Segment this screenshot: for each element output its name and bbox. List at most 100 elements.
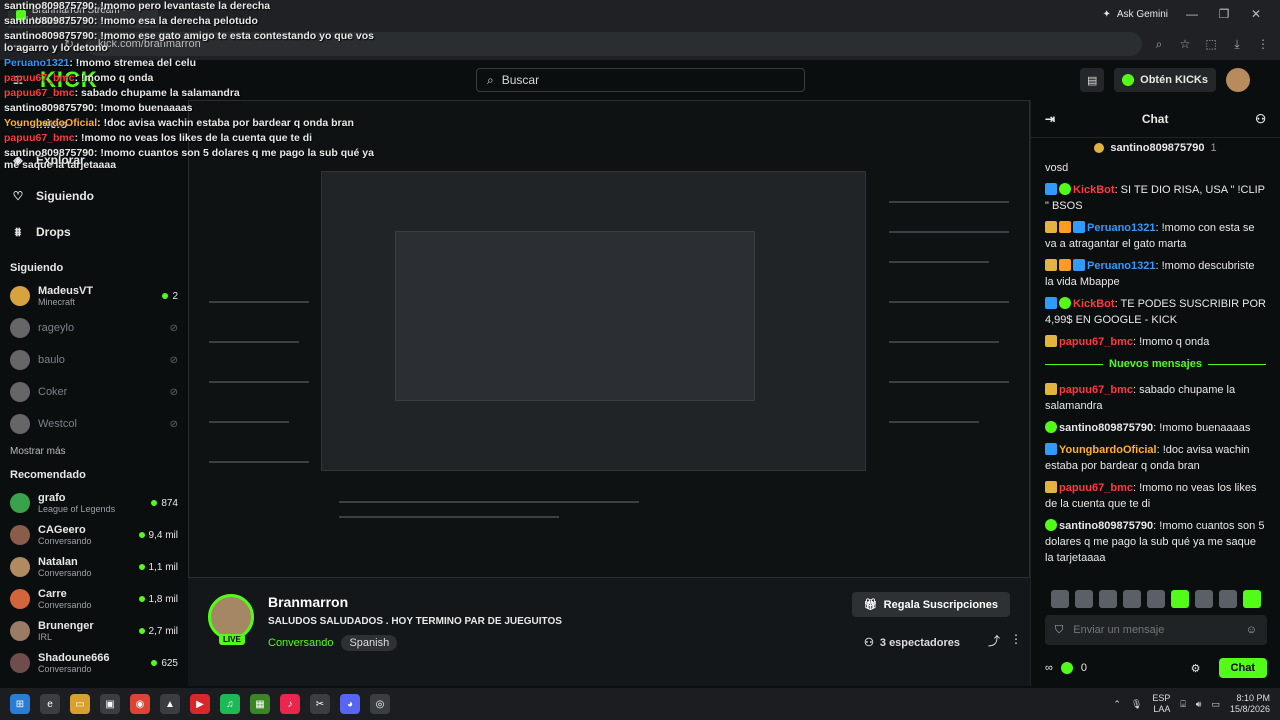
chrome-icon[interactable]: ◉: [130, 694, 150, 714]
emote-icon[interactable]: [1171, 590, 1189, 608]
browser-tab[interactable]: Branmarron Stream - Watch Li...: [8, 4, 158, 28]
chat-username[interactable]: papuu67_bmc: [1059, 384, 1133, 396]
new-messages-divider[interactable]: Nuevos mensajes: [1045, 356, 1266, 372]
menu-dots-icon[interactable]: ⋮: [1254, 35, 1272, 53]
network-icon[interactable]: ⌸: [1180, 699, 1185, 710]
system-clock[interactable]: 8:10 PM 15/8/2026: [1230, 693, 1270, 715]
chat-username[interactable]: santino809875790: [1059, 520, 1153, 532]
nav-home[interactable]: ⌂ Inicio: [10, 106, 178, 142]
chat-username[interactable]: KickBot: [1073, 184, 1115, 196]
chat-username[interactable]: papuu67_bmc: [1059, 336, 1133, 348]
kicks-coin-icon: [1122, 74, 1135, 86]
user-avatar[interactable]: [1226, 68, 1250, 92]
chat-username[interactable]: YoungbardoOficial: [1059, 444, 1157, 456]
chat-username[interactable]: Peruano1321: [1087, 222, 1155, 234]
download-icon[interactable]: ⤓: [1228, 35, 1246, 53]
chat-message: vosd: [1045, 160, 1266, 176]
emoji-picker-icon[interactable]: ☺: [1246, 624, 1257, 636]
channel-category: League of Legends: [38, 504, 116, 514]
emote-icon[interactable]: [1075, 590, 1093, 608]
chat-settings-icon[interactable]: ⚙: [1191, 662, 1201, 675]
collapse-chat-icon[interactable]: ⇥: [1045, 112, 1055, 126]
store-icon[interactable]: ▣: [100, 694, 120, 714]
channel-name: Westcol: [38, 418, 77, 430]
get-kicks-button[interactable]: Obtén KICKs: [1114, 68, 1216, 92]
language-indicator[interactable]: ESP LAA: [1152, 693, 1170, 715]
streamer-avatar[interactable]: LIVE: [208, 594, 254, 645]
nav-explore[interactable]: ◈ Explorar: [10, 142, 178, 178]
chat-username[interactable]: santino809875790: [1059, 422, 1153, 434]
recommended-channel[interactable]: Shadoune666 Conversando 625: [10, 647, 178, 679]
language-tag[interactable]: Spanish: [341, 635, 398, 651]
nav-drops[interactable]: ⩩ Drops: [10, 214, 178, 250]
following-channel[interactable]: Westcol ⊘: [10, 408, 178, 440]
back-icon[interactable]: ←: [8, 35, 26, 53]
emote-icon[interactable]: [1195, 590, 1213, 608]
recommended-channel[interactable]: Natalan Conversando 1,1 mil: [10, 551, 178, 583]
youtube-icon[interactable]: ▶: [190, 694, 210, 714]
emote-icon[interactable]: [1099, 590, 1117, 608]
nav-following[interactable]: ♡ Siguiendo: [10, 178, 178, 214]
following-channel[interactable]: Coker ⊘: [10, 376, 178, 408]
volume-icon[interactable]: 🔊︎: [1196, 699, 1202, 710]
ask-gemini-button[interactable]: ✦ Ask Gemini: [1094, 9, 1176, 20]
emote-icon[interactable]: [1219, 590, 1237, 608]
kick-logo[interactable]: KICK: [40, 67, 98, 93]
following-channel[interactable]: baulo ⊘: [10, 344, 178, 376]
url-field[interactable]: kick.com/branmarron: [86, 32, 1142, 56]
pinned-gifter[interactable]: santino809875790 1: [1031, 138, 1280, 158]
minecraft-icon[interactable]: ▦: [250, 694, 270, 714]
following-channel[interactable]: rageylo ⊘: [10, 312, 178, 344]
share-icon[interactable]: ⤴: [988, 632, 1000, 649]
file-explorer-icon[interactable]: ▭: [70, 694, 90, 714]
tray-chevron-icon[interactable]: ⌃: [1113, 699, 1121, 710]
zoom-icon[interactable]: ⌕: [1150, 35, 1168, 53]
chat-message-input[interactable]: [1073, 624, 1236, 636]
restore-icon[interactable]: ❐: [1208, 7, 1240, 21]
reload-icon[interactable]: ↻: [60, 35, 78, 53]
windows-start-icon[interactable]: ⊞: [10, 694, 30, 714]
recommended-channel[interactable]: grafo League of Legends 874: [10, 487, 178, 519]
stream-details: Branmarron SALUDOS SALUDADOS . HOY TERMI…: [268, 594, 562, 672]
app-icon[interactable]: ▲: [160, 694, 180, 714]
emote-icon[interactable]: [1051, 590, 1069, 608]
microphone-icon[interactable]: 🎙︎: [1131, 699, 1142, 710]
gift-icon: 🎁︎: [863, 599, 878, 611]
chat-users-icon[interactable]: ⚇: [1255, 112, 1266, 126]
following-channel[interactable]: MadeusVT Minecraft 2: [10, 280, 178, 312]
more-options-icon[interactable]: ⋮: [1010, 632, 1022, 646]
show-more-link[interactable]: Mostrar más: [10, 446, 178, 457]
channel-category: IRL: [38, 632, 53, 642]
gift-subs-button[interactable]: 🎁︎ Regala Suscripciones: [851, 592, 1010, 617]
obs-icon[interactable]: ◎: [370, 694, 390, 714]
hamburger-menu-icon[interactable]: ≡: [0, 70, 36, 91]
spotify-icon[interactable]: ♫: [220, 694, 240, 714]
minimize-icon[interactable]: —: [1176, 7, 1208, 21]
extensions-icon[interactable]: ⬚: [1202, 35, 1220, 53]
capcut-icon[interactable]: ✂: [310, 694, 330, 714]
recommended-channel[interactable]: Carre Conversando 1,8 mil: [10, 583, 178, 615]
search-input[interactable]: ⌕ Buscar: [476, 68, 805, 92]
emote-icon[interactable]: [1243, 590, 1261, 608]
bookmark-star-icon[interactable]: ☆: [1176, 35, 1194, 53]
discord-icon[interactable]: ◕: [340, 694, 360, 714]
chat-username[interactable]: Peruano1321: [1087, 260, 1155, 272]
emote-icon[interactable]: [1123, 590, 1141, 608]
chat-username[interactable]: papuu67_bmc: [1059, 482, 1133, 494]
chat-message: KickBot: TE PODES SUSCRIBIR POR 4,99$ EN…: [1045, 296, 1266, 328]
streamer-name[interactable]: Branmarron: [268, 594, 562, 610]
send-chat-button[interactable]: Chat: [1218, 658, 1267, 678]
emote-icon[interactable]: [1147, 590, 1165, 608]
recommended-channel[interactable]: Brunenger IRL 2,7 mil: [10, 615, 178, 647]
kicks-balance-icon[interactable]: ∞: [1045, 662, 1053, 674]
battery-icon[interactable]: ▭: [1211, 699, 1220, 710]
video-player[interactable]: [188, 100, 1030, 580]
forward-icon[interactable]: →: [34, 35, 52, 53]
close-window-icon[interactable]: ✕: [1240, 7, 1272, 21]
chat-username[interactable]: KickBot: [1073, 298, 1115, 310]
tiktok-icon[interactable]: ♪: [280, 694, 300, 714]
recommended-channel[interactable]: CAGeero Conversando 9,4 mil: [10, 519, 178, 551]
library-icon[interactable]: ▤: [1080, 68, 1105, 92]
stream-category-link[interactable]: Conversando: [268, 637, 333, 649]
edge-icon[interactable]: e: [40, 694, 60, 714]
